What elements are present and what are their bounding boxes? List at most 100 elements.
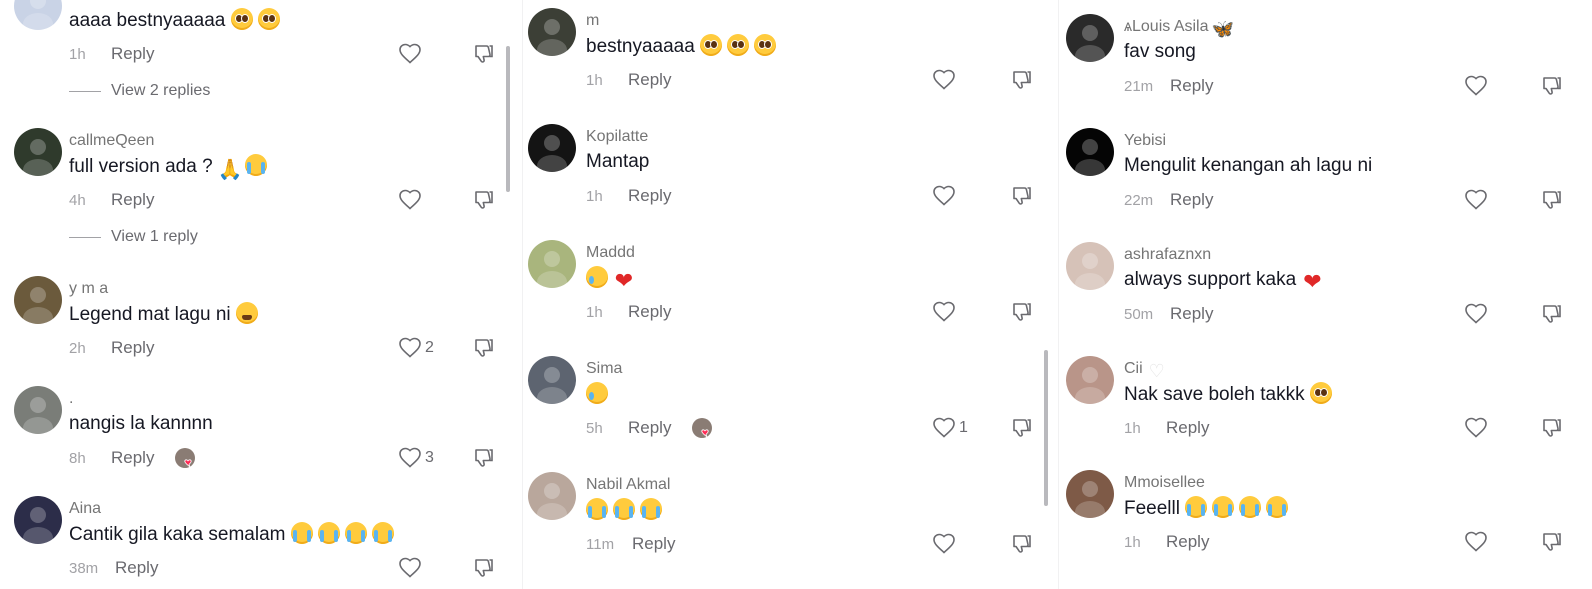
comment-timestamp: 2h xyxy=(69,340,86,357)
comment-timestamp: 1h xyxy=(1124,420,1141,437)
like-button[interactable]: 3 xyxy=(398,446,434,470)
heart-icon xyxy=(1464,530,1488,554)
scrollbar[interactable] xyxy=(506,46,510,192)
comment-text: Legend mat lagu ni xyxy=(69,302,263,327)
avatar[interactable] xyxy=(14,386,62,434)
comment-timestamp: 21m xyxy=(1124,78,1154,95)
reply-button[interactable]: Reply xyxy=(628,418,671,438)
comment-username[interactable]: Sima xyxy=(586,360,622,378)
comment-username[interactable]: m xyxy=(586,12,599,30)
reply-button[interactable]: Reply xyxy=(1170,304,1213,324)
avatar[interactable] xyxy=(1066,14,1114,62)
reply-button[interactable]: Reply xyxy=(1170,76,1213,96)
dislike-button[interactable] xyxy=(1540,416,1564,445)
comment-item: Mmoisellee Feeelll 1h Reply xyxy=(1058,470,1592,589)
reply-button[interactable]: Reply xyxy=(628,302,671,322)
avatar[interactable] xyxy=(528,356,576,404)
scrollbar[interactable] xyxy=(1044,350,1048,506)
comment-timestamp: 1h xyxy=(586,188,603,205)
like-button[interactable] xyxy=(1464,188,1488,212)
dislike-button[interactable] xyxy=(1540,188,1564,217)
username-text: ѧLouis Asila xyxy=(1124,18,1209,35)
avatar[interactable] xyxy=(528,124,576,172)
sob-emoji-icon xyxy=(1266,496,1289,518)
avatar[interactable] xyxy=(1066,356,1114,404)
comment-username[interactable]: Aina xyxy=(69,500,101,518)
view-replies-link[interactable]: View 1 reply xyxy=(69,228,198,246)
like-button[interactable] xyxy=(932,184,956,208)
reply-button[interactable]: Reply xyxy=(1170,190,1213,210)
avatar[interactable] xyxy=(1066,128,1114,176)
avatar[interactable] xyxy=(1066,470,1114,518)
dislike-button[interactable] xyxy=(1540,302,1564,331)
like-button[interactable]: 2 xyxy=(398,336,434,360)
reply-button[interactable]: Reply xyxy=(1166,532,1209,552)
like-button[interactable]: 1 xyxy=(932,416,968,440)
reply-button[interactable]: Reply xyxy=(115,558,158,578)
avatar[interactable] xyxy=(1066,242,1114,290)
comment-username[interactable]: . xyxy=(69,390,73,408)
like-button[interactable] xyxy=(1464,302,1488,326)
reply-button[interactable]: Reply xyxy=(628,70,671,90)
reply-button[interactable]: Reply xyxy=(628,186,671,206)
view-replies-text: View 2 replies xyxy=(111,82,211,99)
dislike-button[interactable] xyxy=(472,446,496,475)
like-button[interactable] xyxy=(932,300,956,324)
like-button[interactable] xyxy=(932,532,956,556)
like-button[interactable] xyxy=(398,556,422,580)
dislike-button[interactable] xyxy=(1010,532,1034,561)
avatar[interactable] xyxy=(14,496,62,544)
comment-username[interactable]: callmeQeen xyxy=(69,132,154,150)
comment-timestamp: 1h xyxy=(69,46,86,63)
like-button[interactable] xyxy=(398,188,422,212)
sob-emoji-icon xyxy=(586,498,608,520)
comment-username[interactable]: Cii ♡ xyxy=(1124,360,1173,382)
like-count: 3 xyxy=(425,449,434,466)
like-button[interactable] xyxy=(1464,416,1488,440)
dislike-button[interactable] xyxy=(472,188,496,217)
comment-username[interactable]: Yebisi xyxy=(1124,132,1166,150)
comment-timestamp: 22m xyxy=(1124,192,1154,209)
dislike-button[interactable] xyxy=(1540,74,1564,103)
avatar[interactable] xyxy=(14,276,62,324)
comment-username[interactable]: ashrafaznxn xyxy=(1124,246,1211,264)
dislike-button[interactable] xyxy=(1010,300,1034,329)
reply-button[interactable]: Reply xyxy=(111,448,154,468)
avatar[interactable] xyxy=(14,128,62,176)
comment-username[interactable]: Mmoisellee xyxy=(1124,474,1205,492)
avatar[interactable] xyxy=(528,472,576,520)
comment-body-text: Mengulit kenangan ah lagu ni xyxy=(1124,155,1373,176)
reply-button[interactable]: Reply xyxy=(1166,418,1209,438)
avatar[interactable] xyxy=(528,240,576,288)
like-button[interactable] xyxy=(1464,74,1488,98)
dislike-button[interactable] xyxy=(1010,416,1034,445)
dislike-button[interactable] xyxy=(1010,184,1034,213)
comment-username[interactable]: ѧLouis Asila 🦋 xyxy=(1124,18,1239,40)
username-text: Kopilatte xyxy=(586,128,649,145)
avatar[interactable] xyxy=(528,8,576,56)
comment-username[interactable]: Maddd xyxy=(586,244,635,262)
dislike-button[interactable] xyxy=(1010,68,1034,97)
dislike-button[interactable] xyxy=(472,336,496,365)
comment-username[interactable]: Kopilatte xyxy=(586,128,648,146)
username-text: Yebisi xyxy=(1124,132,1167,149)
reply-button[interactable]: Reply xyxy=(111,190,154,210)
like-button[interactable] xyxy=(1464,530,1488,554)
view-replies-text: View 1 reply xyxy=(111,228,198,245)
reply-button[interactable]: Reply xyxy=(111,338,154,358)
dislike-button[interactable] xyxy=(472,42,496,71)
comment-username[interactable]: y m a xyxy=(69,280,108,298)
comment-timestamp: 38m xyxy=(69,560,99,577)
avatar[interactable] xyxy=(14,0,62,30)
reply-button[interactable]: Reply xyxy=(632,534,675,554)
view-replies-link[interactable]: View 2 replies xyxy=(69,82,210,100)
reply-button[interactable]: Reply xyxy=(111,44,154,64)
column-divider xyxy=(1058,0,1059,589)
heart-icon xyxy=(932,416,956,440)
like-button[interactable] xyxy=(932,68,956,92)
dislike-button[interactable] xyxy=(472,556,496,585)
dislike-button[interactable] xyxy=(1540,530,1564,559)
comment-username[interactable]: Nabil Akmal xyxy=(586,476,670,494)
like-button[interactable] xyxy=(398,42,422,66)
comment-text: always support kaka ❤ xyxy=(1124,268,1328,293)
